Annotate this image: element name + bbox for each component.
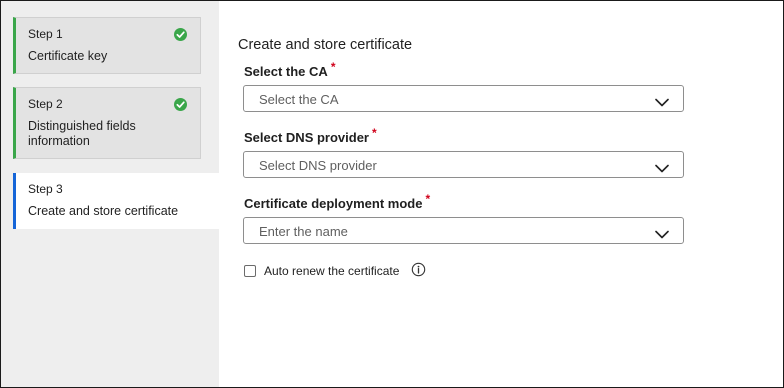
required-asterisk: * [372, 126, 377, 140]
ca-select[interactable]: Select the CA [243, 85, 684, 112]
chevron-down-icon [655, 160, 669, 178]
step-1-item[interactable]: Step 1 Certificate key [13, 17, 201, 74]
auto-renew-checkbox[interactable] [244, 265, 256, 277]
page-title: Create and store certificate [238, 37, 413, 53]
app-window: Step 1 Certificate key Step 2 Distinguis… [0, 0, 784, 388]
required-asterisk: * [330, 60, 336, 74]
ca-label-text: Select the CA [244, 64, 328, 79]
required-asterisk: * [425, 192, 431, 206]
ca-label: Select the CA * [244, 60, 335, 79]
deployment-mode-select[interactable]: Enter the name [243, 217, 684, 244]
step-number: Step 1 [28, 27, 63, 41]
step-number: Step 3 [28, 182, 63, 196]
step-3-item[interactable]: Step 3 Create and store certificate [13, 173, 219, 229]
dns-label: Select DNS provider * [244, 126, 377, 145]
steps-sidebar: Step 1 Certificate key Step 2 Distinguis… [1, 1, 219, 387]
auto-renew-label[interactable]: Auto renew the certificate [264, 264, 399, 278]
info-icon[interactable] [411, 262, 426, 282]
chevron-down-icon [655, 94, 669, 112]
step-number: Step 2 [28, 97, 63, 111]
check-circle-icon [174, 28, 187, 41]
chevron-down-icon [655, 226, 669, 244]
dns-select-placeholder: Select DNS provider [259, 158, 377, 173]
check-circle-icon [174, 98, 187, 111]
deployment-mode-label-text: Certificate deployment mode [244, 196, 423, 211]
deployment-mode-label: Certificate deployment mode * [244, 192, 430, 211]
deployment-mode-placeholder: Enter the name [259, 224, 348, 239]
step-title: Distinguished fields information [28, 119, 136, 148]
ca-select-placeholder: Select the CA [259, 92, 339, 107]
step-2-item[interactable]: Step 2 Distinguished fields information [13, 87, 201, 159]
dns-select[interactable]: Select DNS provider [243, 151, 684, 178]
dns-label-text: Select DNS provider [244, 130, 369, 145]
step-title: Certificate key [28, 49, 108, 63]
step-title: Create and store certificate [28, 204, 179, 218]
